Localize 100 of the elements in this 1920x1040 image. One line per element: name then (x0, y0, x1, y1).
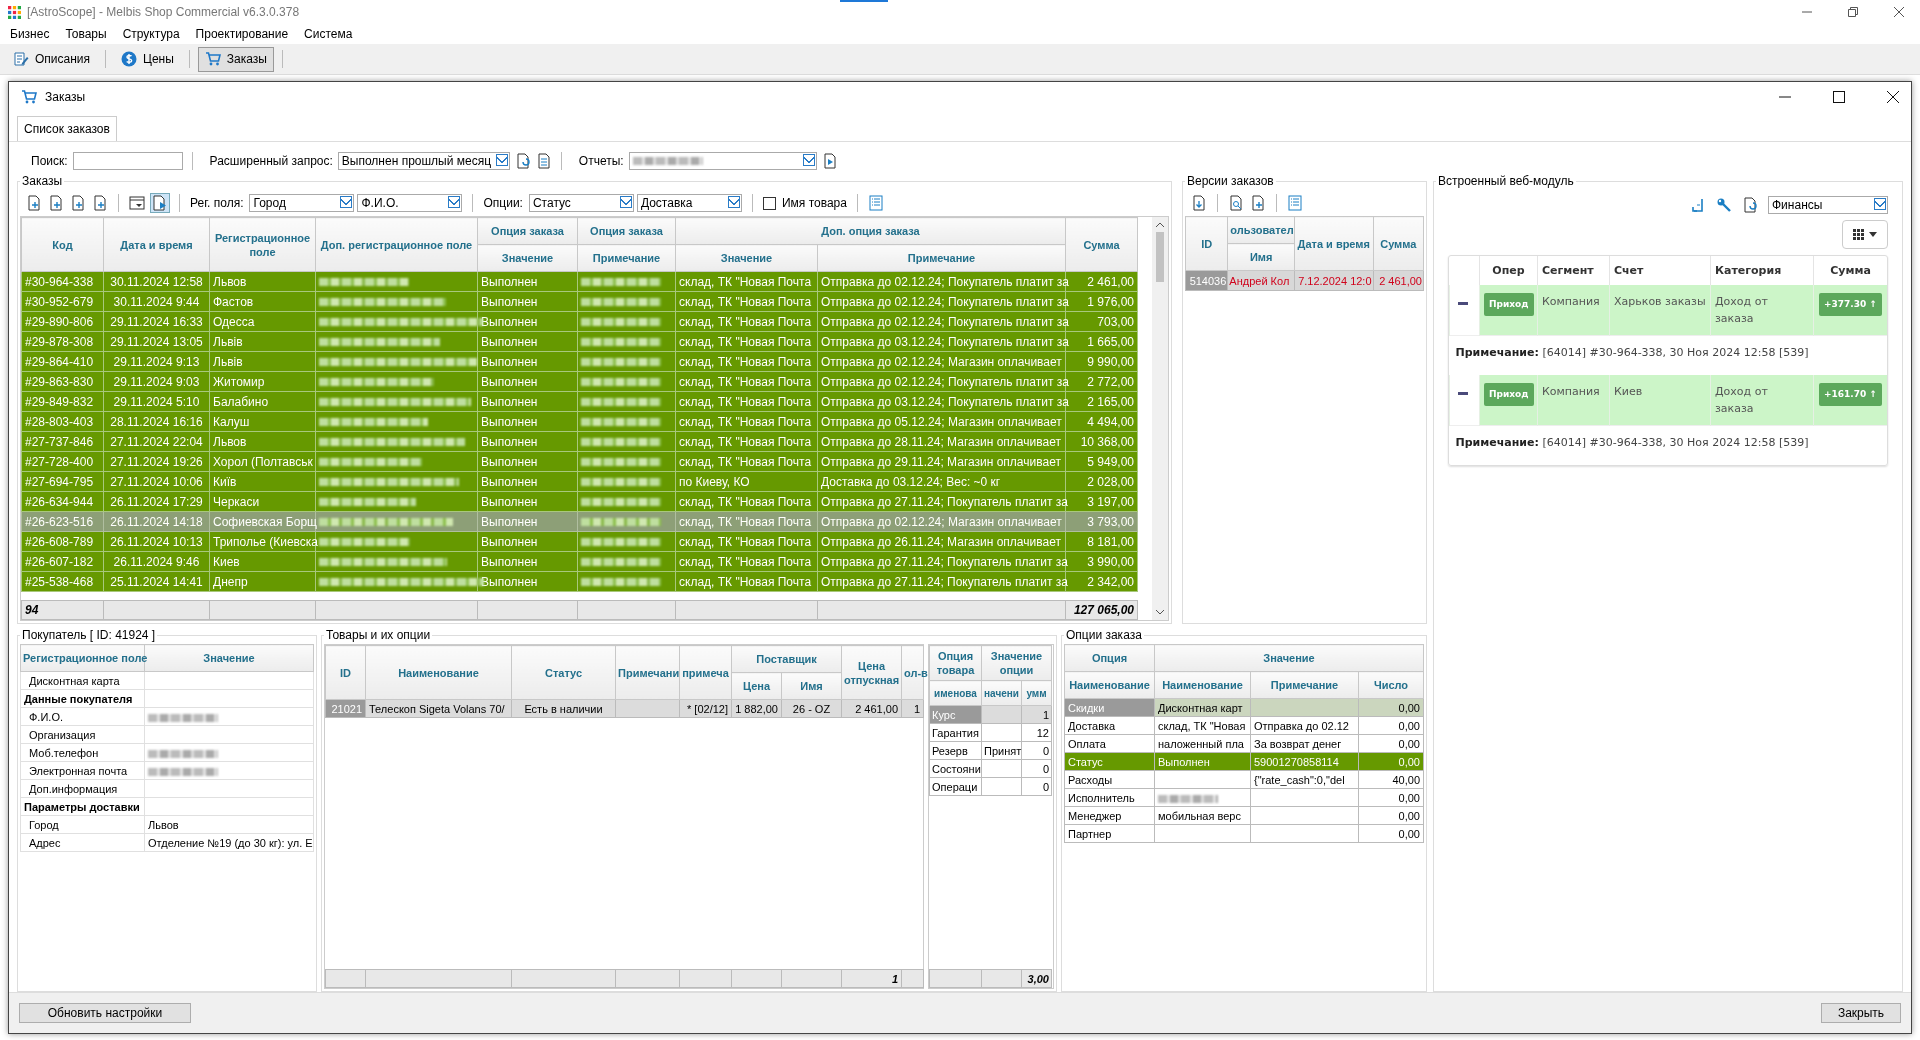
table-row[interactable]: Статус Выполнен 59001270858114 0,00 (1064, 752, 1424, 771)
column-header[interactable]: Цена отпускная (841, 645, 902, 700)
search-field[interactable] (72, 152, 183, 170)
option-select[interactable]: Доставка (636, 194, 742, 212)
menu-item[interactable]: Товары (63, 27, 109, 41)
table-row[interactable]: Операци 0 (929, 777, 1052, 796)
document-list-icon[interactable] (535, 153, 552, 169)
scrollbar[interactable] (1152, 217, 1168, 620)
column-header[interactable]: Сумма (1373, 216, 1424, 271)
column-header[interactable]: Регистрационное поле (209, 217, 316, 272)
document-refresh-icon[interactable] (1742, 197, 1758, 213)
grid-menu-button[interactable] (1842, 220, 1888, 249)
table-row[interactable]: #30-964-338 30.11.2024 12:58 Львов Выполнен склад, ТК "Новая Почта Отправка до 02.12.24; Покупатель платит за 2 461,00 (21, 271, 1138, 292)
table-row[interactable]: #29-864-410 29.11.2024 9:13 Львів Выполнен склад, ТК "Новая Почта Отправка до 02.12.24; Магазин оплачивает 9 990,00 (21, 351, 1138, 372)
column-header[interactable]: Регистрационное поле (20, 644, 145, 672)
table-row[interactable]: #27-728-400 27.11.2024 19:26 Хорол (Полтавськ Выполнен склад, ТК "Новая Почта Отправка до 29.11.24; Магазин оплачивает 5 949,00 (21, 451, 1138, 472)
column-header[interactable]: Код (21, 217, 104, 272)
close-button[interactable]: Закрыть (1821, 1003, 1901, 1023)
table-row[interactable]: #29-890-806 29.11.2024 16:33 Одесса Выполнен склад, ТК "Новая Почта Отправка до 02.12.24; Покупатель платит за 703,00 (21, 311, 1138, 332)
table-row[interactable]: Состояни 0 (929, 759, 1052, 778)
column-header[interactable]: Наименование (1064, 671, 1155, 699)
column-header[interactable]: Примечание (1250, 671, 1359, 699)
table-row[interactable]: Скидки Дисконтная карт 0,00 (1064, 698, 1424, 717)
column-header[interactable]: Примечани (615, 645, 680, 700)
document-plus-icon[interactable] (26, 195, 42, 211)
document-play-icon[interactable] (151, 194, 169, 212)
column-header[interactable]: Сумма (1065, 217, 1138, 272)
column-header[interactable]: Значение опции (981, 645, 1052, 681)
table-row[interactable]: Расходы {"rate_cash":0,"del 40,00 (1064, 770, 1424, 789)
table-row[interactable]: 514036 Андрей Кол 7.12.2024 12:0 2 461,00 (1185, 270, 1424, 291)
menu-item[interactable]: Бизнес (8, 27, 52, 41)
menu-item[interactable]: Проектирование (193, 27, 291, 41)
menu-item[interactable]: Система (302, 27, 355, 41)
module-select[interactable]: Финансы (1768, 196, 1888, 214)
table-row[interactable]: Доставка склад, ТК "Новая Отправка до 02.12 0,00 (1064, 716, 1424, 735)
table-row[interactable]: #25-538-468 25.11.2024 14:41 Днепр Выполнен склад, ТК "Новая Почта Отправка до 27.11.24; Покупатель платит за 2 342,00 (21, 571, 1138, 592)
document-export-icon[interactable] (92, 195, 108, 211)
table-row[interactable]: #26-634-944 26.11.2024 17:29 Черкаси Выполнен склад, ТК "Новая Почта Отправка до 27.11.24; Покупатель платит за 3 197,00 (21, 491, 1138, 512)
column-header[interactable]: Опция товара (929, 645, 982, 681)
field-select[interactable]: Ф.И.О. (357, 194, 463, 212)
tab[interactable]: Список заказов (17, 116, 117, 141)
table-row[interactable]: Оплата наложенный пла За возврат денег 0,00 (1064, 734, 1424, 753)
table-row[interactable]: #27-737-846 27.11.2024 22:04 Львов Выполнен склад, ТК "Новая Почта Отправка до 28.11.24; Магазин оплачивает 10 368,00 (21, 431, 1138, 452)
option-select[interactable]: Статус (528, 194, 634, 212)
column-header[interactable]: именова (929, 680, 982, 706)
column-header[interactable]: Число (1358, 671, 1424, 699)
document-play-icon[interactable] (821, 153, 838, 169)
checkbox[interactable] (762, 196, 776, 210)
scroll-up-icon[interactable] (1155, 222, 1165, 228)
menu-item[interactable]: Структура (120, 27, 182, 41)
toolbar-button[interactable]: Заказы (197, 46, 274, 72)
table-row[interactable]: #29-878-308 29.11.2024 13:05 Львів Выполнен склад, ТК "Новая Почта Отправка до 03.12.24; Покупатель платит за 1 665,00 (21, 331, 1138, 352)
document-search-icon[interactable] (70, 195, 86, 211)
document-plus-icon[interactable] (1250, 195, 1266, 211)
restore-icon[interactable] (1848, 7, 1858, 17)
column-header[interactable]: Примечание (817, 244, 1066, 272)
table-row[interactable]: #28-803-403 28.11.2024 16:16 Калуш Выполнен склад, ТК "Новая Почта Отправка до 05.12.24; Магазин оплачивает 4 494,00 (21, 411, 1138, 432)
column-header[interactable]: Значение (477, 244, 578, 272)
table-row[interactable]: Курс 1 (929, 705, 1052, 724)
toolbar-button[interactable]: Цены (114, 46, 181, 72)
scroll-down-icon[interactable] (1155, 609, 1165, 615)
field-select[interactable]: Город (249, 194, 355, 212)
refresh-settings-button[interactable]: Обновить настройки (19, 1003, 191, 1023)
table-row[interactable]: Гарантия 12 (929, 723, 1052, 742)
column-header[interactable]: примеча (679, 645, 732, 700)
table-row[interactable]: #29-849-832 29.11.2024 5:10 Балабино Выполнен склад, ТК "Новая Почта Отправка до 03.12.24; Покупатель платит за 2 165,00 (21, 391, 1138, 412)
scroll-thumb[interactable] (1156, 232, 1164, 282)
table-row[interactable]: #26-608-789 26.11.2024 10:13 Триполье (Киевска Выполнен склад, ТК "Новая Почта Отправка до 26.11.24; Магазин оплачивает 8 181,00 (21, 531, 1138, 552)
column-header[interactable]: Наименование (1154, 671, 1251, 699)
column-header[interactable]: Имя (1227, 243, 1295, 271)
document-refresh-icon[interactable] (514, 153, 531, 169)
column-header[interactable]: ID (325, 645, 366, 700)
column-header[interactable]: Дата и время (1294, 216, 1374, 271)
column-header[interactable]: ID (1185, 216, 1228, 271)
table-row[interactable]: Партнер 0,00 (1064, 824, 1424, 843)
maximize-icon[interactable] (1833, 91, 1845, 103)
table-row[interactable]: Менеджер мобильная верс 0,00 (1064, 806, 1424, 825)
table-row[interactable]: 21021 Телескоп Sigeta Volans 70/ Есть в наличии * [02/12] 1 882,00 26 - OZ 2 461,00 1 (325, 699, 924, 718)
table-row[interactable]: #30-952-679 30.11.2024 9:44 Фастов Выполнен склад, ТК "Новая Почта Отправка до 02.12.24; Покупатель платит за 1 976,00 (21, 291, 1138, 312)
column-header[interactable]: Дата и время (103, 217, 210, 272)
checkbox-label[interactable]: Имя товара (781, 196, 847, 210)
column-header[interactable]: Примечание (577, 244, 676, 272)
query-select[interactable]: Выполнен прошлый месяц (337, 152, 510, 170)
column-header[interactable]: Статус (511, 645, 616, 700)
table-row[interactable]: #26-607-182 26.11.2024 9:46 Киев Выполнен склад, ТК "Новая Почта Отправка до 27.11.24; Покупатель платит за 3 990,00 (21, 551, 1138, 572)
table-row[interactable]: Резерв Принят 0 (929, 741, 1052, 760)
wrench-icon[interactable] (1716, 197, 1732, 213)
column-header[interactable]: Значение (675, 244, 818, 272)
document-import-icon[interactable] (48, 195, 64, 211)
table-row[interactable]: #29-863-830 29.11.2024 9:03 Житомир Выполнен склад, ТК "Новая Почта Отправка до 02.12.24; Покупатель платит за 2 772,00 (21, 371, 1138, 392)
close-icon[interactable] (1894, 7, 1904, 17)
document-search-icon[interactable] (1228, 195, 1244, 211)
table-row[interactable]: Исполнитель 0,00 (1064, 788, 1424, 807)
table-row[interactable]: #26-623-516 26.11.2024 14:18 Софиевская Борщ Выполнен склад, ТК "Новая Почта Отправка до 02.12.24; Магазин оплачивает 3 793,00 (21, 511, 1138, 532)
close-icon[interactable] (1887, 91, 1899, 103)
column-header[interactable]: Доп. регистрационное поле (315, 217, 478, 272)
table-row[interactable]: #27-694-795 27.11.2024 10:06 Київ Выполнен по Киеву, КО Доставка до 03.12.24; Вес: ~0 кг 2 028,00 (21, 471, 1138, 492)
toolbar-button[interactable]: Описания (6, 46, 98, 72)
document-download-icon[interactable] (1191, 195, 1207, 211)
column-header[interactable]: Наименование (365, 645, 512, 700)
